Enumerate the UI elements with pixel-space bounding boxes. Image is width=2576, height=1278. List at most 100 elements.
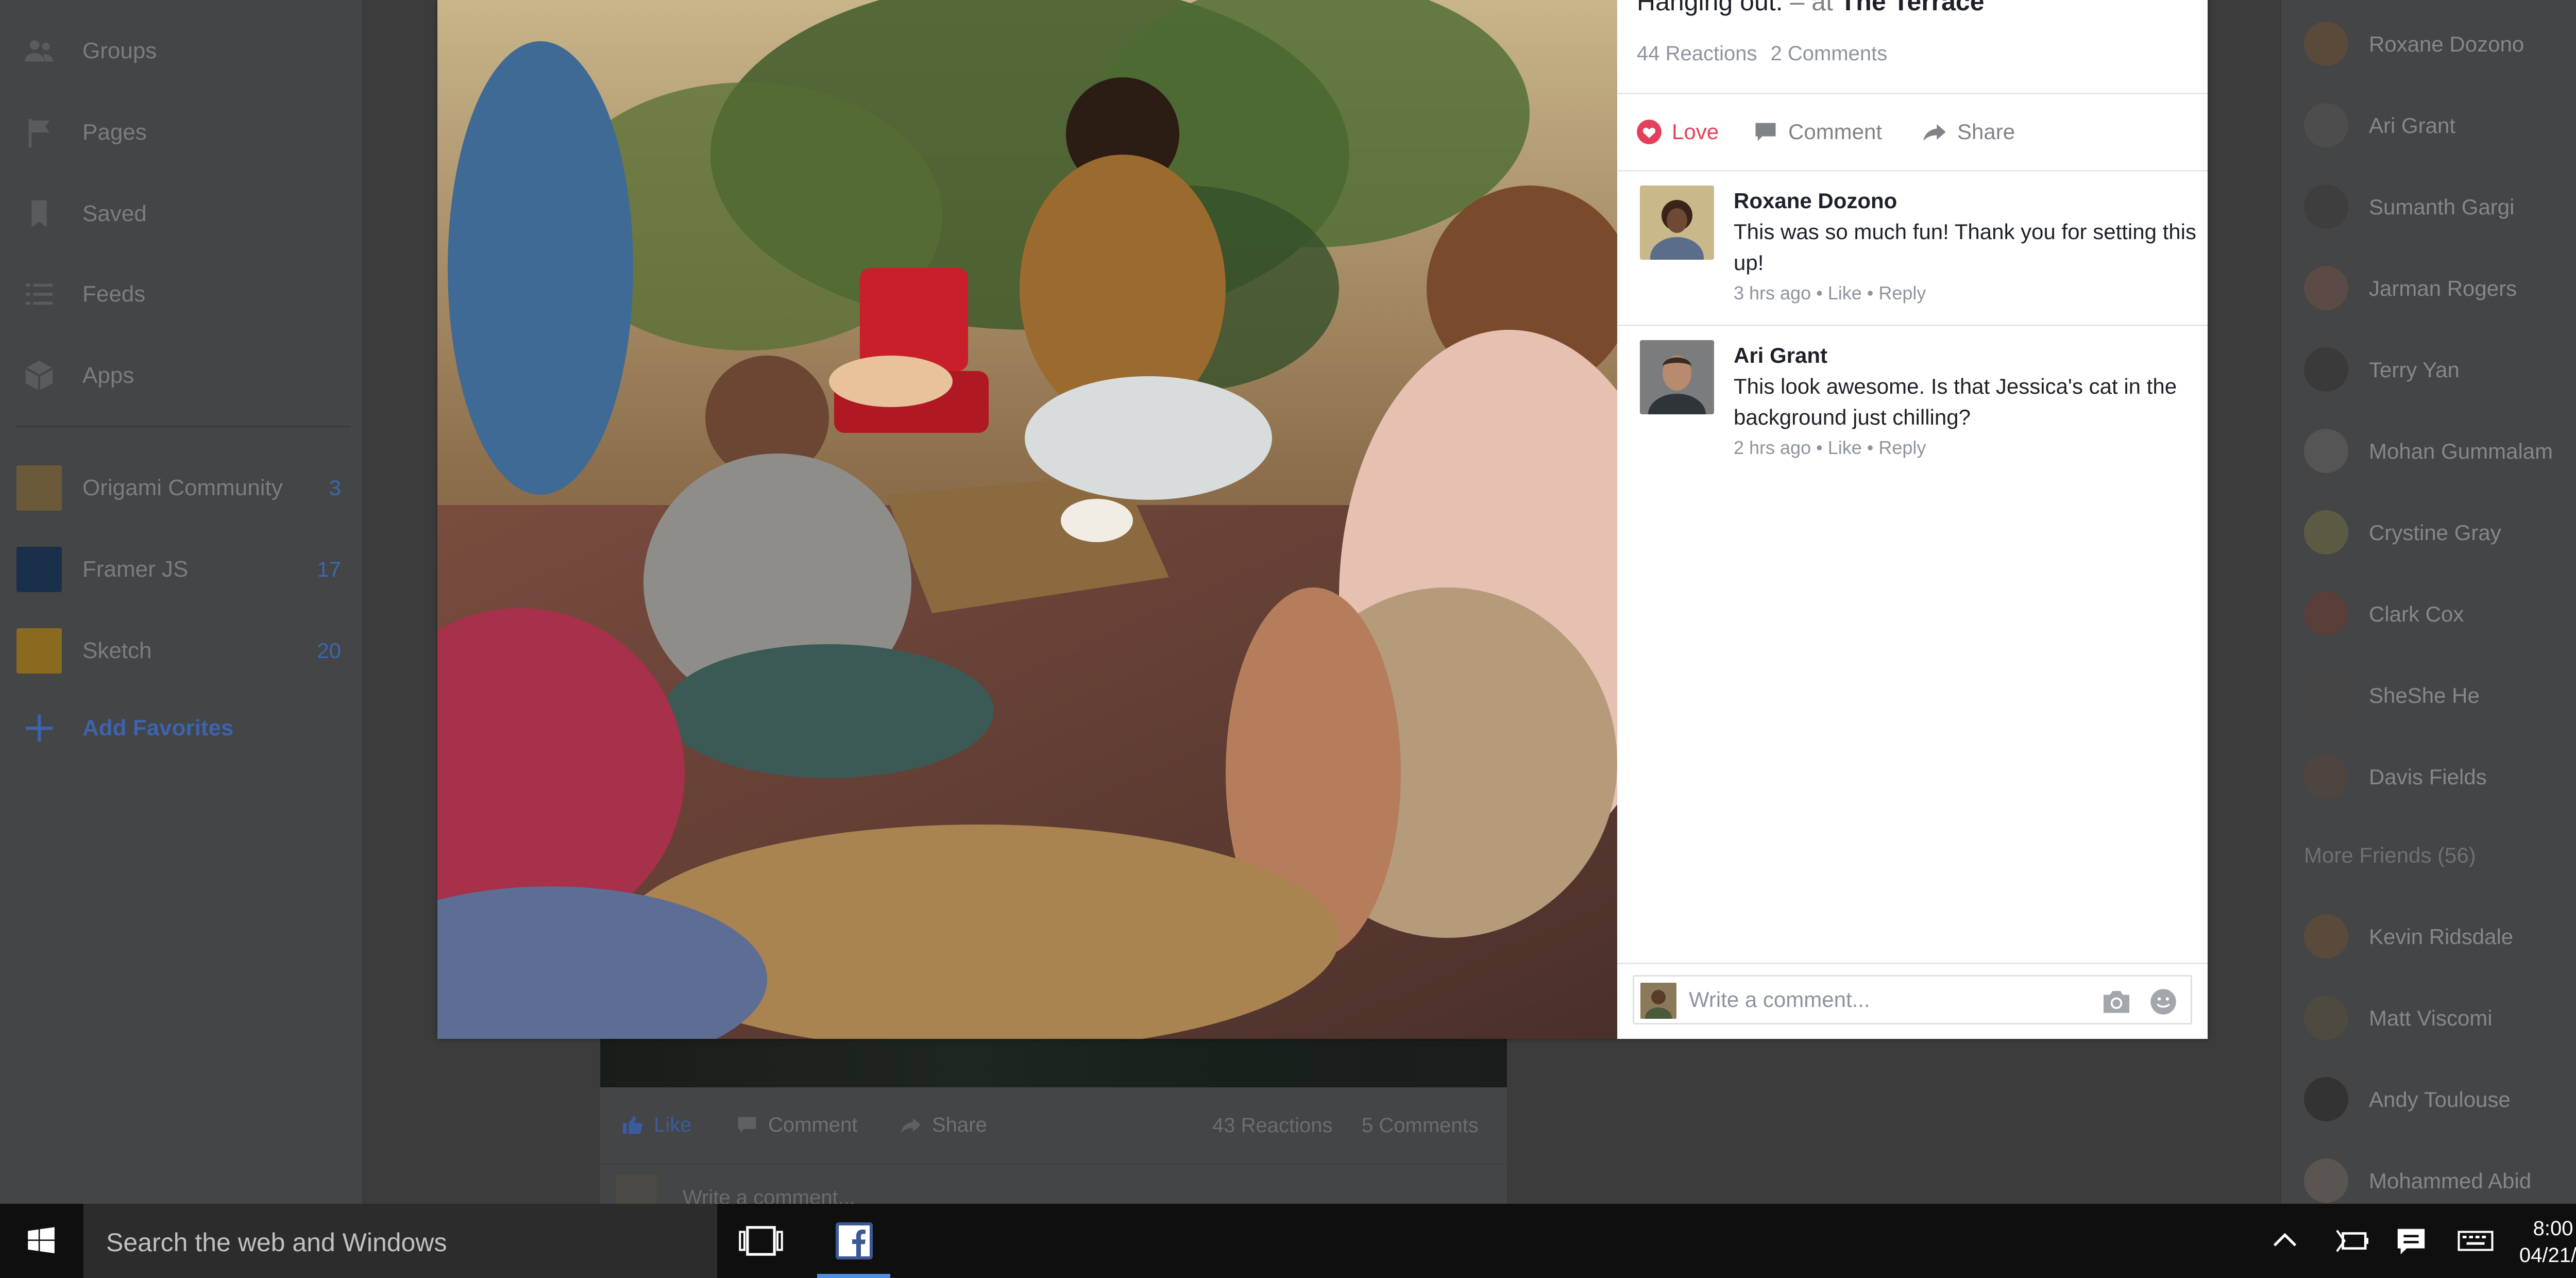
group-item-framer-js[interactable]: Framer JS 17 (0, 541, 364, 598)
chat-friend[interactable]: Mohan Gummalam (2281, 419, 2576, 481)
write-comment-box[interactable] (1633, 975, 2192, 1024)
friend-name: Davis Fields (2369, 765, 2487, 789)
feed-share-button[interactable]: Share (899, 1113, 987, 1137)
friend-name: Mohammed Abid (2369, 1169, 2532, 1193)
nav-item-groups[interactable]: Groups (0, 23, 364, 79)
post-photo[interactable] (437, 0, 1617, 1039)
chat-friend[interactable]: Clark Cox 11m (2281, 582, 2576, 644)
battery-icon[interactable] (2334, 1224, 2370, 1257)
divider (1617, 963, 2208, 964)
chat-friend[interactable]: Sumanth Gargi 51m (2281, 175, 2576, 237)
avatar (2304, 996, 2348, 1040)
group-count: 3 (329, 476, 341, 500)
nav-item-saved[interactable]: Saved (0, 186, 364, 242)
friend-name: Crystine Gray (2369, 520, 2501, 545)
chat-friend[interactable]: Crystine Gray 14m (2281, 501, 2576, 563)
feed-write-comment[interactable]: Write a comment... (611, 1175, 1497, 1204)
avatar (1640, 983, 1676, 1019)
feed-comment-button[interactable]: Comment (735, 1113, 857, 1137)
comment-label: Comment (1788, 120, 1883, 144)
action-center-icon[interactable] (2393, 1224, 2429, 1257)
facebook-taskbar-button[interactable] (817, 1204, 890, 1278)
avatar (2304, 673, 2348, 717)
taskbar-search-box[interactable]: Search the web and Windows (83, 1204, 717, 1278)
clock-time: 8:00 AM (2533, 1217, 2576, 1240)
friend-name: Kevin Ridsdale (2369, 924, 2514, 949)
start-button[interactable] (0, 1204, 82, 1278)
emoji-icon[interactable] (2149, 988, 2177, 1016)
chat-friend[interactable]: Kevin Ridsdale 24m (2281, 905, 2576, 967)
keyboard-icon[interactable] (2458, 1224, 2494, 1257)
group-item-origami-community[interactable]: Origami Community 3 (0, 460, 364, 516)
love-label: Love (1672, 120, 1719, 144)
divider (1617, 170, 2208, 172)
avatar (2304, 103, 2348, 147)
avatar[interactable] (1640, 186, 1714, 260)
group-item-sketch[interactable]: Sketch 20 (0, 623, 364, 679)
avatar (2304, 266, 2348, 310)
chat-friend[interactable]: Terry Yan (2281, 338, 2576, 400)
add-favorites-button[interactable]: Add Favorites (0, 700, 364, 756)
avatar (2304, 510, 2348, 554)
nav-label: Groups (82, 38, 157, 63)
taskbar-clock[interactable]: 8:00 AM 04/21/2016 (2514, 1215, 2576, 1269)
chat-friend[interactable]: Andy Toulouse 1h (2281, 1068, 2576, 1130)
list-icon (20, 275, 59, 314)
avatar[interactable] (1640, 340, 1714, 414)
friend-name: Jarman Rogers (2369, 276, 2517, 300)
nav-item-pages[interactable]: Pages (0, 104, 364, 161)
active-app-indicator (817, 1274, 890, 1278)
sidebar-divider (15, 426, 350, 427)
comment-input[interactable] (1689, 983, 2091, 1017)
group-thumbnail (16, 465, 62, 511)
cube-icon (20, 356, 59, 395)
chat-friend[interactable]: Jarman Rogers 33m (2281, 257, 2576, 318)
group-count: 17 (317, 557, 341, 581)
chat-friend[interactable]: Roxane Dozono (2281, 12, 2576, 74)
chevron-up-icon[interactable] (2267, 1224, 2303, 1257)
divider (1617, 93, 2208, 94)
chat-friend[interactable]: Matt Viscomi (2281, 986, 2576, 1048)
chat-friend[interactable]: Mohammed Abid (2281, 1149, 2576, 1204)
comments-count[interactable]: 2 Comments (1770, 42, 1887, 65)
avatar (2304, 1158, 2348, 1203)
feed-reactions-count[interactable]: 43 Reactions (1212, 1114, 1332, 1137)
plus-icon (20, 709, 59, 748)
love-button[interactable]: Love (1636, 119, 1719, 145)
comment-item: Ari Grant This look awesome. Is that Jes… (1617, 340, 2208, 479)
task-view-icon[interactable] (738, 1224, 784, 1257)
friend-name: Andy Toulouse (2369, 1087, 2511, 1112)
chat-friend[interactable]: Davis Fields 26m (2281, 745, 2576, 807)
feed-post-actions: Like Comment Share 43 Reactions 5 Commen… (600, 1087, 1507, 1165)
photo-viewer-modal: Hanging out. – at The Terrace 44 Reactio… (437, 0, 2208, 1039)
feed-comments-count[interactable]: 5 Comments (1362, 1114, 1479, 1137)
nav-item-feeds[interactable]: Feeds (0, 266, 364, 323)
reactions-count[interactable]: 44 Reactions (1637, 42, 1757, 65)
location-link[interactable]: The Terrace (1840, 0, 1985, 16)
feed-like-button[interactable]: Like (621, 1113, 691, 1137)
comment-button[interactable]: Comment (1752, 119, 1882, 145)
avatar (2304, 22, 2348, 66)
comment-author[interactable]: Roxane Dozono (1734, 189, 1897, 213)
chat-friend[interactable]: SheShe He (2281, 664, 2576, 726)
left-sidebar: Groups Pages Saved Feeds Apps Origami Co… (0, 0, 364, 1204)
share-button[interactable]: Share (1921, 119, 2015, 145)
camera-icon[interactable] (2101, 987, 2132, 1016)
chat-sidebar: Roxane Dozono Ari Grant 2h Sumanth Gargi… (2280, 0, 2576, 1204)
feed-comment-placeholder: Write a comment... (683, 1186, 855, 1204)
nav-label: Pages (82, 120, 147, 145)
facebook-app-window: Groups Pages Saved Feeds Apps Origami Co… (0, 0, 2576, 1204)
post-stats: 44 Reactions 2 Comments (1637, 42, 1887, 65)
comment-author[interactable]: Ari Grant (1734, 343, 1827, 368)
comment-meta[interactable]: 3 hrs ago • Like • Reply (1734, 282, 1926, 304)
avatar (2304, 1077, 2348, 1121)
chat-friend[interactable]: Ari Grant 2h (2281, 94, 2576, 156)
comment-meta[interactable]: 2 hrs ago • Like • Reply (1734, 437, 1926, 459)
post-actions: Love Comment Share (1617, 95, 2208, 171)
comment-item: Roxane Dozono This was so much fun! Than… (1617, 186, 2208, 325)
divider (1617, 325, 2208, 326)
group-count: 20 (317, 638, 341, 663)
windows-logo-icon (28, 1227, 55, 1254)
thumbs-up-icon (622, 1116, 642, 1134)
nav-item-apps[interactable]: Apps (0, 347, 364, 404)
